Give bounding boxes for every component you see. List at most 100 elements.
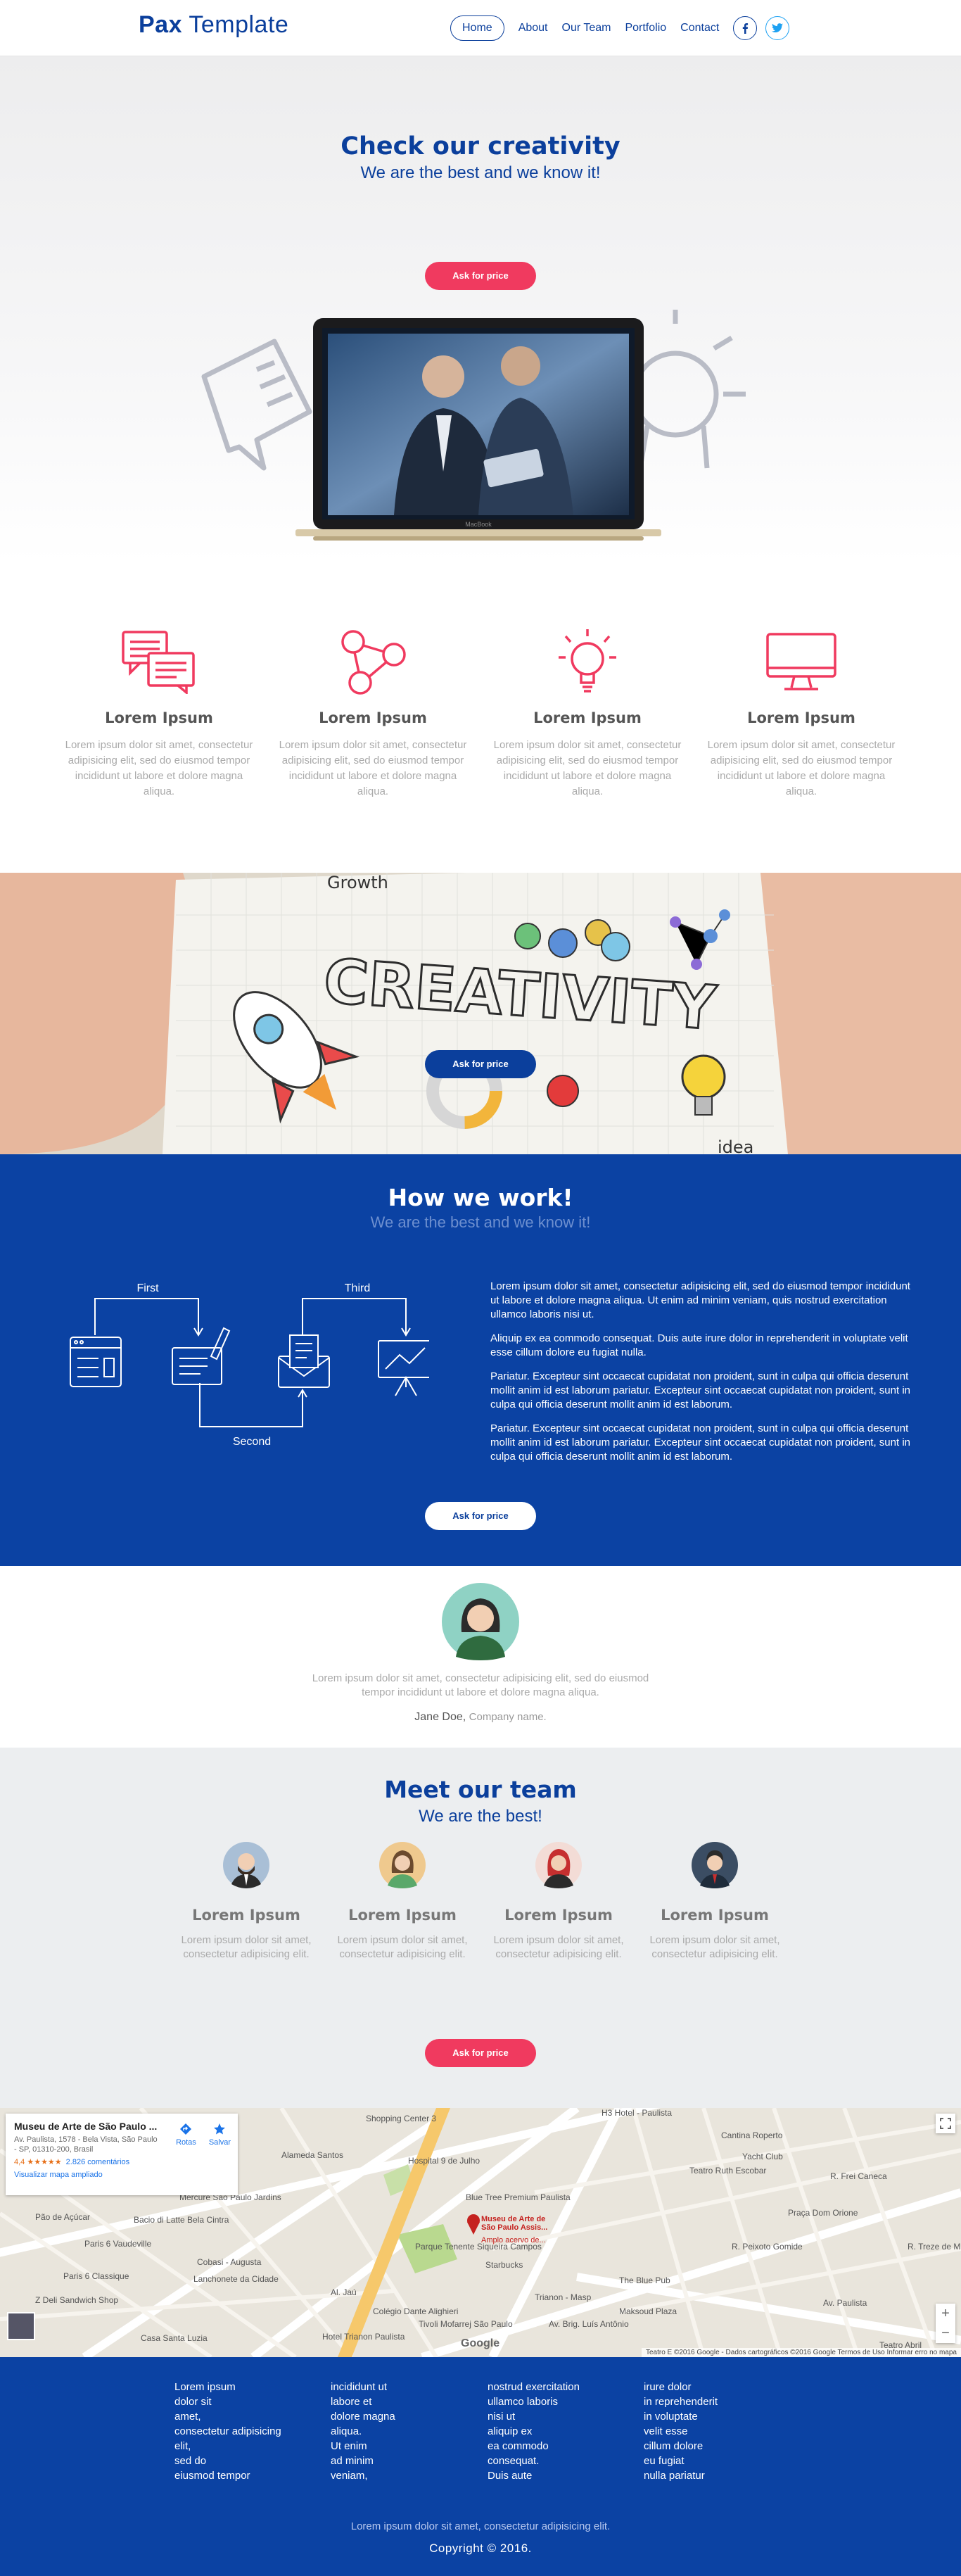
footer-line: amet, [174,2411,201,2423]
map-label: Starbucks [485,2260,523,2270]
directions-label: Rotas [176,2138,196,2147]
nav-home[interactable]: Home [450,15,504,41]
laptop-icon: MacBook [295,318,661,541]
footer-line: cillum dolore [644,2440,704,2452]
site-logo[interactable]: Pax Template [139,11,288,39]
footer-line: in reprehenderit [644,2396,718,2408]
nav-portfolio[interactable]: Portfolio [625,22,666,34]
footer-line: eu fugiat [644,2455,685,2467]
footer-line: eiusmod tempor [174,2470,250,2482]
zoom-out-icon[interactable]: − [936,2323,955,2343]
zoom-controls: + − [936,2304,955,2343]
footer-line: consectetur adipisicing [174,2425,281,2437]
member-name: Lorem Ipsum [504,1907,613,1924]
location-map[interactable]: Shopping Center 3 H3 Hotel - Paulista Ca… [0,2108,961,2357]
testimonial-author: Jane Doe, Company name. [414,1711,547,1723]
place-actions: Rotas Salvar [176,2122,231,2147]
browser-window-icon [70,1337,122,1387]
footer-tagline: Lorem ipsum dolor sit amet, consectetur … [350,2520,611,2532]
how-description: Lorem ipsum dolor sit amet, consectetur … [490,1280,912,1474]
footer-line: ad minim [331,2455,374,2467]
map-label: Blue Tree Premium Paulista [466,2192,571,2202]
directions-icon [180,2123,192,2135]
how-paragraph: Pariatur. Excepteur sint occaecat cupida… [490,1370,910,1410]
footer-line: ullamco laboris [488,2396,559,2408]
how-paragraph: Lorem ipsum dolor sit amet, consectetur … [490,1280,910,1320]
footer-line: Duis aute [488,2470,533,2482]
footer-line: in voluptate [644,2411,698,2423]
avatar [332,1842,473,1891]
directions-button[interactable]: Rotas [176,2122,196,2147]
monitor-icon [701,626,901,697]
laptop-brand-label: MacBook [465,521,492,528]
feature-card: Lorem Ipsum Lorem ipsum dolor sit amet, … [701,626,901,800]
footer-line: labore et [331,2396,372,2408]
satellite-thumbnail[interactable] [7,2312,35,2340]
avatar [442,1583,519,1664]
nav-contact[interactable]: Contact [680,22,719,34]
avatar [176,1842,317,1891]
member-name: Lorem Ipsum [192,1907,300,1924]
feature-title: Lorem Ipsum [105,709,213,726]
map-marker-label: Museu de Arte de São Paulo Assis... [481,2215,548,2232]
main-menu: Home About Our Team Portfolio Contact [450,15,798,41]
team-member-card: Lorem Ipsum Lorem ipsum dolor sit amet, … [332,1842,473,1962]
footer-line: veniam, [331,2470,368,2482]
step-first-label: First [136,1282,159,1294]
map-label: Praça Dom Orione [788,2208,858,2218]
footer-line: dolore magna [331,2411,395,2423]
footer-line: nulla pariatur [644,2470,705,2482]
creativity-banner: CREATIVITY Growth idea Ask for price [0,873,961,1154]
hero-title: Check our creativity [341,132,620,160]
feature-card: Lorem Ipsum Lorem ipsum dolor sit amet, … [488,626,687,800]
growth-label: Growth [327,873,388,892]
map-label: Alameda Santos [281,2150,344,2160]
rating-stars: 4,4 ★★★★★ [14,2158,62,2166]
chat-bubbles-icon [59,626,259,697]
map-attribution[interactable]: Teatro E ©2016 Google - Dados cartográfi… [641,2348,961,2357]
footer: Lorem ipsum dolor sit amet, consectetur … [0,2357,961,2576]
footer-line: sed do [174,2455,207,2467]
feature-text: Lorem ipsum dolor sit amet, consectetur … [707,739,896,797]
team-member-card: Lorem Ipsum Lorem ipsum dolor sit amet, … [176,1842,317,1962]
map-marker-sub: Amplo acervo de... [481,2236,546,2244]
zoom-in-icon[interactable]: + [936,2304,955,2323]
footer-line: Lorem ipsum [174,2381,236,2393]
idea-label: idea [718,1137,753,1154]
hero-ask-price-button[interactable]: Ask for price [425,262,536,290]
share-nodes-icon [273,626,473,697]
map-label: Pão de Açúcar [35,2212,91,2222]
how-subtitle: We are the best and we know it! [370,1213,591,1231]
map-label: R. Treze de Maio [908,2242,961,2252]
envelope-document-icon [278,1334,330,1388]
larger-map-link[interactable]: Visualizar mapa ampliado [14,2171,229,2179]
nav-our-team[interactable]: Our Team [562,22,611,34]
reviews-link[interactable]: 2.826 comentários [66,2158,130,2166]
footer-line: nisi ut [488,2411,516,2423]
presentation-board-icon [378,1340,434,1396]
footer-column: irure dolor in reprehenderit in voluptat… [644,2380,763,2483]
twitter-icon[interactable] [765,16,790,40]
creativity-banner-image: CREATIVITY Growth idea [0,873,961,1154]
lightbulb-icon [488,626,687,697]
nav-about[interactable]: About [518,22,548,34]
save-place-button[interactable]: Salvar [209,2122,231,2147]
team-ask-price-button[interactable]: Ask for price [425,2039,536,2067]
member-name: Lorem Ipsum [348,1907,457,1924]
fullscreen-icon[interactable] [936,2114,955,2133]
footer-line: incididunt ut [331,2381,388,2393]
feature-title: Lorem Ipsum [747,709,855,726]
google-logo: Google [461,2337,500,2349]
how-paragraph: Pariatur. Excepteur sint occaecat cupida… [490,1422,910,1463]
map-label: Trianon - Masp [535,2292,592,2302]
footer-line: Ut enim [331,2440,367,2452]
map-label: Colégio Dante Alighieri [373,2306,459,2316]
place-rating: 4,4 ★★★★★ 2.826 comentários [14,2157,229,2166]
top-navbar: Pax Template Home About Our Team Portfol… [0,0,961,56]
footer-line: velit esse [644,2425,688,2437]
footer-column: nostrud exercitation ullamco laboris nis… [488,2380,607,2483]
banner-ask-price-button[interactable]: Ask for price [425,1050,536,1078]
how-ask-price-button[interactable]: Ask for price [425,1502,536,1530]
facebook-icon[interactable] [733,16,758,40]
how-we-work-section: How we work! We are the best and we know… [0,1154,961,1566]
